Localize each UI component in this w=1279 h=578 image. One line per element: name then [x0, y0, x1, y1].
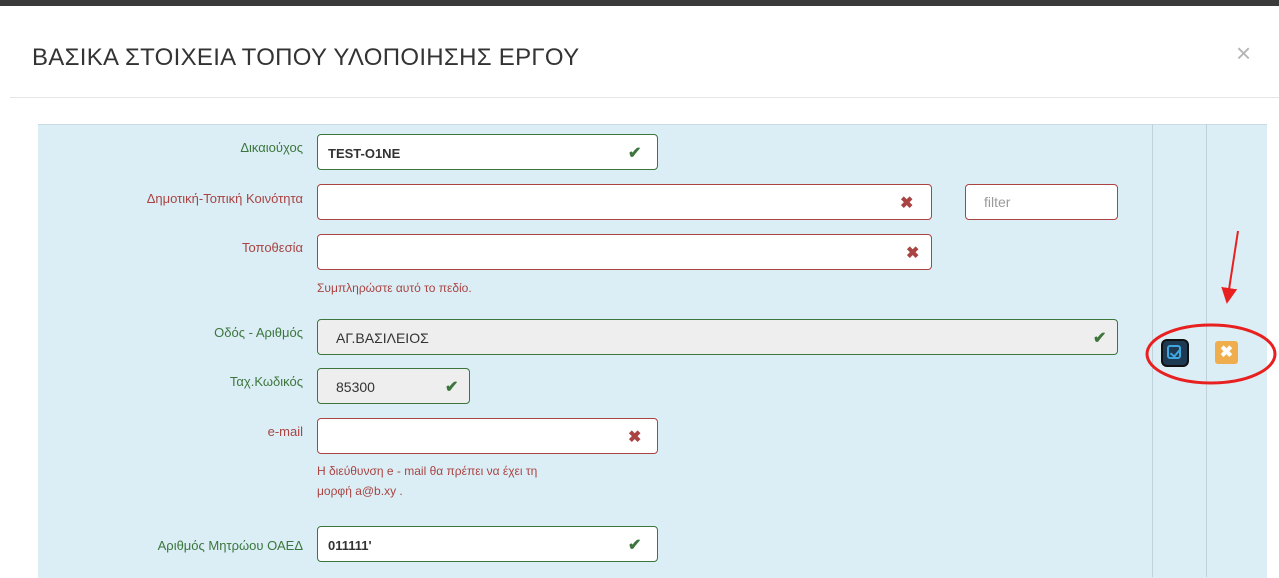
annotation-overlay	[1145, 230, 1277, 385]
annotation-ellipse	[1145, 323, 1277, 385]
annotation-arrow	[1221, 230, 1239, 304]
